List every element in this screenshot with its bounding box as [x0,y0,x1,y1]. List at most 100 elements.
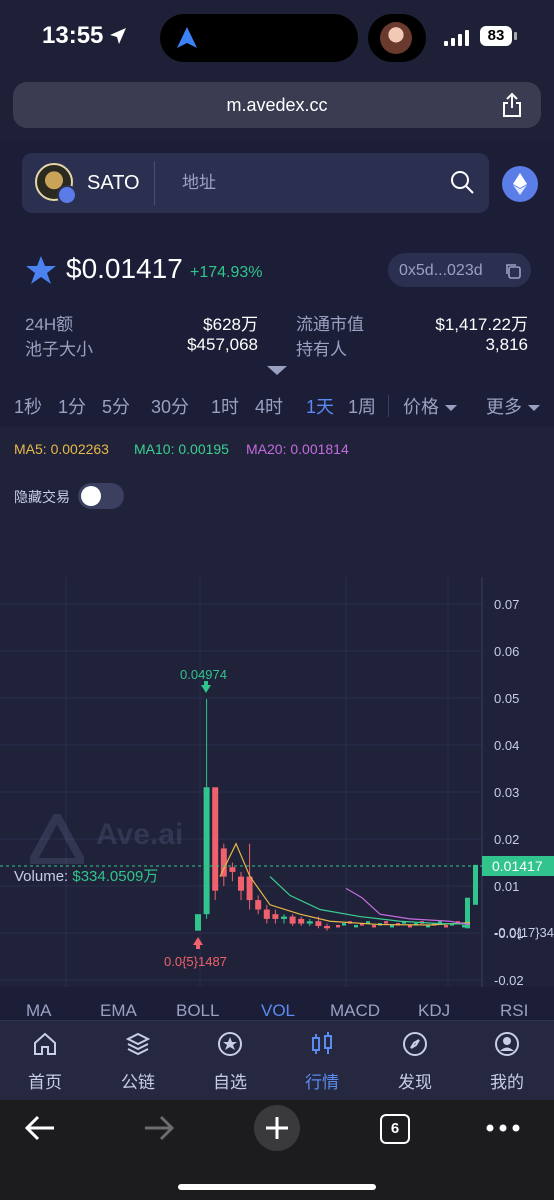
indicator-tabs: MA EMA BOLL VOL MACD KDJ RSI [0,995,554,1017]
nav-discover[interactable]: 发现 [380,1031,450,1093]
layers-icon [125,1032,151,1056]
indicator-ma[interactable]: MA [26,1001,52,1017]
price-chart[interactable]: MA5: 0.002263 MA10: 0.00195 MA20: 0.0018… [0,427,554,987]
copy-icon[interactable] [504,262,522,280]
token-page: SATO $0.01417 +174.93% 0x5d...023d 24H额 … [0,140,554,1030]
nav-home-label: 首页 [28,1073,62,1092]
zero-price-label: -0.0{17}34 [494,925,554,940]
interval-1m[interactable]: 1分 [58,393,86,419]
volume-24h-label: 24H额 [25,315,74,334]
new-tab-button[interactable] [254,1105,300,1151]
holders-label: 持有人 [296,340,347,359]
home-icon [34,1032,56,1055]
expand-stats-icon[interactable] [267,366,287,375]
nav-home[interactable]: 首页 [10,1031,80,1093]
url-text[interactable]: m.avedex.cc [13,95,541,116]
address-bar[interactable]: m.avedex.cc [13,82,541,128]
candle-body [238,876,244,891]
share-icon[interactable] [501,92,523,118]
candle-body [246,876,253,901]
nav-chains[interactable]: 公链 [103,1031,173,1093]
contract-address-chip[interactable]: 0x5d...023d [388,253,531,287]
interval-30m[interactable]: 30分 [151,393,189,419]
candle-body [263,909,270,919]
candle-body [195,914,201,931]
search-icon[interactable] [449,169,475,195]
nav-profile-label: 我的 [490,1073,524,1092]
interval-tabs: 1秒 1分 5分 30分 1时 4时 1天 1周 价格 更多 [0,383,554,423]
divider [154,161,155,205]
y-tick-label: 0.06 [494,644,519,659]
y-tick-label: 0.04 [494,738,519,753]
chain-selector-button[interactable] [502,166,538,202]
plus-icon [266,1117,288,1139]
more-dropdown[interactable]: 更多 [486,393,540,419]
status-time: 13:55 [42,22,104,49]
y-tick-label: -0.02 [494,973,524,987]
ma5-line [219,842,471,926]
forward-arrow-icon[interactable] [143,1114,175,1142]
cellular-signal-icon [444,30,469,46]
candle-body [444,924,448,928]
interval-1w[interactable]: 1周 [348,393,376,419]
nav-watchlist-label: 自选 [213,1073,247,1092]
interval-1h[interactable]: 1时 [211,393,239,419]
candle-body [203,787,210,915]
nav-market[interactable]: 行情 [287,1031,357,1093]
indicator-ema[interactable]: EMA [100,1001,137,1017]
indicator-vol[interactable]: VOL [261,1001,295,1017]
current-price: $0.01417 [66,253,183,284]
volume-label-text: Volume: [14,868,69,885]
candlestick-chart: 0.070.060.050.040.030.020.01-0.01-0.02-0… [0,577,554,987]
indicator-kdj[interactable]: KDJ [418,1001,450,1017]
indicator-macd[interactable]: MACD [330,1001,380,1017]
nav-watchlist[interactable]: 自选 [195,1031,265,1093]
nav-profile[interactable]: 我的 [472,1031,542,1093]
nav-chains-label: 公链 [121,1073,155,1092]
user-icon [495,1032,519,1056]
volume-value: $334.0509万 [72,868,159,885]
interval-4h[interactable]: 4时 [255,393,283,419]
battery-nub [514,32,517,40]
favorite-star-icon[interactable] [25,254,57,286]
interval-1s[interactable]: 1秒 [14,393,42,419]
candle-body [390,924,394,928]
token-logo[interactable] [35,163,77,205]
pool-size-value: $457,068 [187,335,258,354]
indicator-boll[interactable]: BOLL [176,1001,219,1017]
market-cap-value: $1,417.22万 [435,315,528,334]
watermark-text: Ave.ai [96,818,184,851]
price-type-dropdown[interactable]: 价格 [403,393,457,419]
candle-body [272,914,279,919]
back-arrow-icon[interactable] [24,1114,56,1142]
status-bar: 13:55 83 [0,0,554,74]
ave-logo-icon [30,814,84,864]
star-circle-icon [218,1032,242,1056]
indicator-rsi[interactable]: RSI [500,1001,528,1017]
candle-body [473,864,478,905]
candle-body [212,787,219,891]
more-label: 更多 [486,397,522,417]
volume-24h-value: $628万 [203,315,258,334]
candlestick-icon [312,1032,332,1054]
avatar [380,22,412,54]
tabs-button[interactable]: 6 [380,1114,410,1144]
browser-address-area: m.avedex.cc [0,74,554,140]
candle-body [342,923,346,926]
candle-body [336,924,340,928]
candle-body [306,921,313,924]
price-change: +174.93% [190,264,263,281]
interval-1d[interactable]: 1天 [306,393,334,419]
candle-body [289,916,296,924]
ethereum-icon [513,173,527,195]
token-name[interactable]: SATO [87,172,140,195]
interval-5m[interactable]: 5分 [102,393,130,419]
dynamic-island [160,14,358,62]
address-search-input[interactable] [182,166,432,200]
ethereum-badge-icon [57,185,77,205]
pool-size-label: 池子大小 [25,340,93,359]
navigation-arrow-icon [177,27,197,48]
candle-body [298,918,305,924]
more-options-icon[interactable] [486,1124,520,1132]
ma10-line [269,876,471,925]
